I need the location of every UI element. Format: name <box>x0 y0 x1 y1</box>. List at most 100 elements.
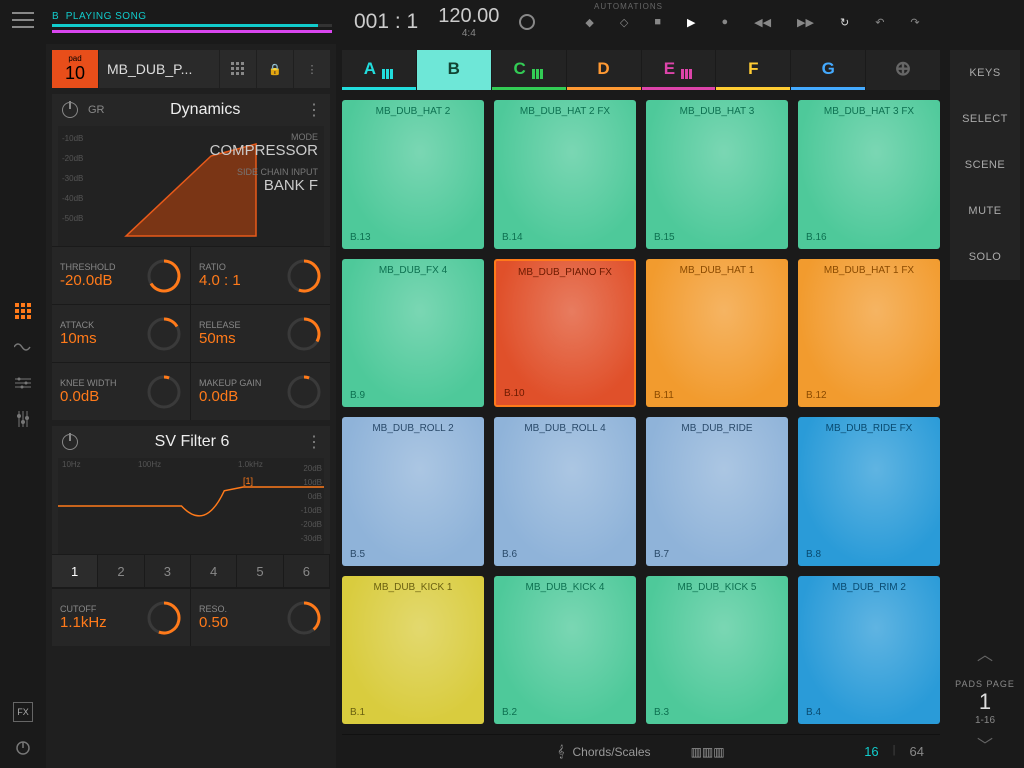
pad-B.2[interactable]: MB_DUB_KICK 4B.2 <box>494 576 636 725</box>
sidebar-mute-button[interactable]: MUTE <box>950 188 1020 234</box>
loop-button[interactable]: ↻ <box>840 16 849 29</box>
sidebar-select-button[interactable]: SELECT <box>950 96 1020 142</box>
chords-scales-button[interactable]: 𝄞Chords/Scales <box>557 744 650 759</box>
automations-label: AUTOMATIONS <box>594 2 663 11</box>
bank-F[interactable]: F <box>716 50 790 90</box>
knob-icon[interactable] <box>146 600 182 636</box>
pad-B.5[interactable]: MB_DUB_ROLL 2B.5 <box>342 417 484 566</box>
fx1-param-3[interactable]: RELEASE50ms <box>191 304 330 362</box>
automation-read-icon[interactable]: ◆ <box>585 16 593 29</box>
compressor-graph[interactable]: -10dB -20dB -30dB -40dB -50dB MODE COMPR… <box>58 126 324 246</box>
bank-D[interactable]: D <box>567 50 641 90</box>
forward-button[interactable]: ▶▶ <box>797 16 814 29</box>
pad-name[interactable]: MB_DUB_P... <box>99 50 219 88</box>
count-total[interactable]: 64 <box>910 744 924 759</box>
count-visible[interactable]: 16 <box>864 744 878 759</box>
fx1-param-0[interactable]: THRESHOLD-20.0dB <box>52 246 191 304</box>
pad-B.12[interactable]: MB_DUB_HAT 1 FXB.12 <box>798 259 940 408</box>
pads-page-control: ︿ PADS PAGE 1 1-16 ﹀ <box>950 635 1020 762</box>
far-left-rail: FX <box>0 0 46 768</box>
keyboard-button[interactable]: ▥▥▥ <box>691 745 725 759</box>
knob-icon[interactable] <box>146 316 182 352</box>
pad-B.4[interactable]: MB_DUB_RIM 2B.4 <box>798 576 940 725</box>
fx1-more-icon[interactable]: ⋮ <box>306 100 320 120</box>
filter-tab-4[interactable]: 4 <box>191 555 237 587</box>
play-button[interactable]: ▶ <box>687 16 695 29</box>
filter-graph[interactable]: 10Hz 100Hz 1.0kHz 20dB 10dB 0dB -10dB -2… <box>58 458 324 554</box>
mixer-rows-icon[interactable] <box>13 373 33 393</box>
bank-B[interactable]: B <box>417 50 491 90</box>
automation-write-icon[interactable]: ◇ <box>620 16 628 29</box>
record-button[interactable]: ● <box>721 16 728 28</box>
wave-icon[interactable] <box>13 337 33 357</box>
stop-button[interactable]: ■ <box>654 16 661 28</box>
gr-label: GR <box>88 104 105 116</box>
fx-filter: SV Filter 6 ⋮ 10Hz 100Hz 1.0kHz 20dB 10d… <box>52 426 330 646</box>
fx1-param-5[interactable]: MAKEUP GAIN0.0dB <box>191 362 330 420</box>
fx1-title: Dynamics <box>115 101 297 119</box>
grid-view-icon[interactable] <box>13 301 33 321</box>
filter-tab-1[interactable]: 1 <box>52 555 98 587</box>
position-display[interactable]: 001 : 1 <box>354 10 418 34</box>
power-icon[interactable] <box>13 738 33 758</box>
add-bank-button[interactable]: ⊕ <box>866 50 940 90</box>
knob-icon[interactable] <box>286 600 322 636</box>
pad-B.14[interactable]: MB_DUB_HAT 2 FXB.14 <box>494 100 636 249</box>
fx1-param-1[interactable]: RATIO4.0 : 1 <box>191 246 330 304</box>
knob-icon[interactable] <box>286 374 322 410</box>
pad-B.13[interactable]: MB_DUB_HAT 2B.13 <box>342 100 484 249</box>
pad-B.9[interactable]: MB_DUB_FX 4B.9 <box>342 259 484 408</box>
pad-B.15[interactable]: MB_DUB_HAT 3B.15 <box>646 100 788 249</box>
filter-tab-5[interactable]: 5 <box>237 555 283 587</box>
fx1-power-icon[interactable] <box>62 102 78 118</box>
sidebar-solo-button[interactable]: SOLO <box>950 234 1020 280</box>
filter-tab-3[interactable]: 3 <box>145 555 191 587</box>
sidebar-keys-button[interactable]: KEYS <box>950 50 1020 96</box>
knob-icon[interactable] <box>146 258 182 294</box>
pad-B.7[interactable]: MB_DUB_RIDEB.7 <box>646 417 788 566</box>
filter-tab-2[interactable]: 2 <box>98 555 144 587</box>
sidebar-scene-button[interactable]: SCENE <box>950 142 1020 188</box>
filter-tab-6[interactable]: 6 <box>284 555 330 587</box>
fx2-param-1[interactable]: RESO.0.50 <box>191 588 330 646</box>
fx-dynamics: GR Dynamics ⋮ -10dB -20dB -30dB -40dB -5… <box>52 94 330 420</box>
fx2-power-icon[interactable] <box>62 434 78 450</box>
knob-icon[interactable] <box>286 258 322 294</box>
song-indicator[interactable]: B PLAYING SONG <box>52 11 332 33</box>
pad-number-badge[interactable]: pad 10 <box>52 50 98 88</box>
rewind-button[interactable]: ◀◀ <box>754 16 771 29</box>
sliders-icon[interactable] <box>13 409 33 429</box>
fx2-title: SV Filter 6 <box>88 433 296 451</box>
undo-button[interactable]: ↶ <box>875 16 884 29</box>
metronome-icon[interactable] <box>519 14 535 30</box>
bank-mini-icon <box>382 64 394 74</box>
page-down-icon[interactable]: ﹀ <box>950 726 1020 762</box>
bank-E[interactable]: E <box>642 50 716 90</box>
page-up-icon[interactable]: ︿ <box>950 635 1020 671</box>
pad-B.1[interactable]: MB_DUB_KICK 1B.1 <box>342 576 484 725</box>
pad-B.11[interactable]: MB_DUB_HAT 1B.11 <box>646 259 788 408</box>
knob-icon[interactable] <box>286 316 322 352</box>
pad-B.8[interactable]: MB_DUB_RIDE FXB.8 <box>798 417 940 566</box>
fx2-param-0[interactable]: CUTOFF1.1kHz <box>52 588 191 646</box>
redo-button[interactable]: ↷ <box>910 16 919 29</box>
bank-G[interactable]: G <box>791 50 865 90</box>
pad-B.6[interactable]: MB_DUB_ROLL 4B.6 <box>494 417 636 566</box>
lock-icon[interactable]: 🔒 <box>257 50 293 88</box>
more-icon[interactable]: ⋮ <box>294 50 330 88</box>
pad-B.3[interactable]: MB_DUB_KICK 5B.3 <box>646 576 788 725</box>
pad-B.16[interactable]: MB_DUB_HAT 3 FXB.16 <box>798 100 940 249</box>
pad-B.10[interactable]: MB_DUB_PIANO FXB.10 <box>494 259 636 408</box>
fx1-param-2[interactable]: ATTACK10ms <box>52 304 191 362</box>
fx2-more-icon[interactable]: ⋮ <box>306 432 320 452</box>
menu-icon[interactable] <box>12 12 34 28</box>
grid-toggle-icon[interactable] <box>220 50 256 88</box>
bank-C[interactable]: C <box>492 50 566 90</box>
tempo-display[interactable]: 120.00 4:4 <box>438 5 499 39</box>
fx1-param-4[interactable]: KNEE WIDTH0.0dB <box>52 362 191 420</box>
piano-icon: ▥▥▥ <box>691 745 725 759</box>
bank-A[interactable]: A <box>342 50 416 90</box>
fx-icon[interactable]: FX <box>13 702 33 722</box>
knob-icon[interactable] <box>146 374 182 410</box>
right-sidebar: KEYSSELECTSCENEMUTESOLO ︿ PADS PAGE 1 1-… <box>946 44 1024 768</box>
